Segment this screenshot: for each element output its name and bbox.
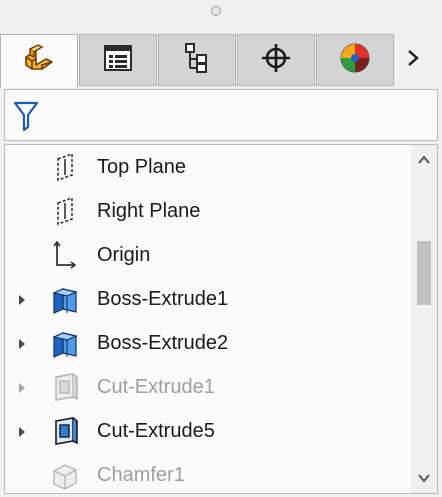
tab-dimxpert-manager[interactable] (237, 34, 315, 86)
tab-property-manager[interactable] (79, 34, 157, 86)
scrollbar-thumb[interactable] (417, 241, 431, 305)
tree-item-label: Top Plane (97, 155, 186, 178)
display-manager-icon (338, 41, 372, 80)
plane-icon (49, 195, 81, 227)
cut-extrude-icon (49, 371, 81, 403)
chevron-down-icon[interactable] (416, 471, 432, 483)
boss-extrude-icon (49, 327, 81, 359)
funnel-icon[interactable] (13, 100, 39, 137)
tree-item-cut-extrude1[interactable]: Cut-Extrude1 (5, 365, 405, 409)
tree-item-top-plane[interactable]: Top Plane (5, 145, 405, 189)
feature-tree: Top Plane Right Plane Origin Boss-Extrud… (4, 144, 438, 494)
feature-manager-panel: Top Plane Right Plane Origin Boss-Extrud… (0, 0, 442, 497)
tree-item-boss-extrude2[interactable]: Boss-Extrude2 (5, 321, 405, 365)
tree-item-label: Boss-Extrude2 (97, 331, 229, 354)
manager-tabs (0, 34, 442, 88)
chevron-right-icon (406, 48, 420, 73)
tree-item-cut-extrude5[interactable]: Cut-Extrude5 (5, 409, 405, 453)
tree-item-label: Cut-Extrude1 (97, 375, 215, 398)
tab-configuration-manager[interactable] (158, 34, 236, 86)
tree-item-right-plane[interactable]: Right Plane (5, 189, 405, 233)
chamfer-icon (49, 459, 81, 491)
tree-item-label: Right Plane (97, 199, 201, 222)
cut-extrude-icon (49, 415, 81, 447)
boss-extrude-icon (49, 283, 81, 315)
origin-icon (49, 239, 81, 271)
tree-item-label: Chamfer1 (97, 463, 185, 486)
tree-item-label: Boss-Extrude1 (97, 287, 229, 310)
tree-scrollbar[interactable] (411, 145, 437, 493)
property-manager-icon (103, 44, 133, 77)
plane-icon (49, 151, 81, 183)
tree-item-label: Cut-Extrude5 (97, 419, 215, 442)
tabs-scroll-right-button[interactable] (395, 34, 431, 86)
expand-arrow-icon[interactable] (17, 381, 27, 393)
tree-item-label: Origin (97, 243, 151, 266)
expand-arrow-icon[interactable] (17, 293, 27, 305)
tab-feature-manager[interactable] (0, 34, 78, 88)
expand-arrow-icon[interactable] (17, 337, 27, 349)
tree-item-origin[interactable]: Origin (5, 233, 405, 277)
configuration-manager-icon (183, 42, 211, 79)
tab-display-manager[interactable] (316, 34, 394, 86)
expand-arrow-icon[interactable] (17, 425, 27, 437)
tree-filter-bar[interactable] (4, 89, 438, 141)
chevron-up-icon[interactable] (416, 153, 432, 165)
tree-item-chamfer1[interactable]: Chamfer1 (5, 453, 405, 493)
dimxpert-icon (260, 42, 292, 79)
tree-item-boss-extrude1[interactable]: Boss-Extrude1 (5, 277, 405, 321)
panel-grip-handle[interactable] (211, 6, 221, 16)
feature-manager-icon (22, 43, 56, 80)
